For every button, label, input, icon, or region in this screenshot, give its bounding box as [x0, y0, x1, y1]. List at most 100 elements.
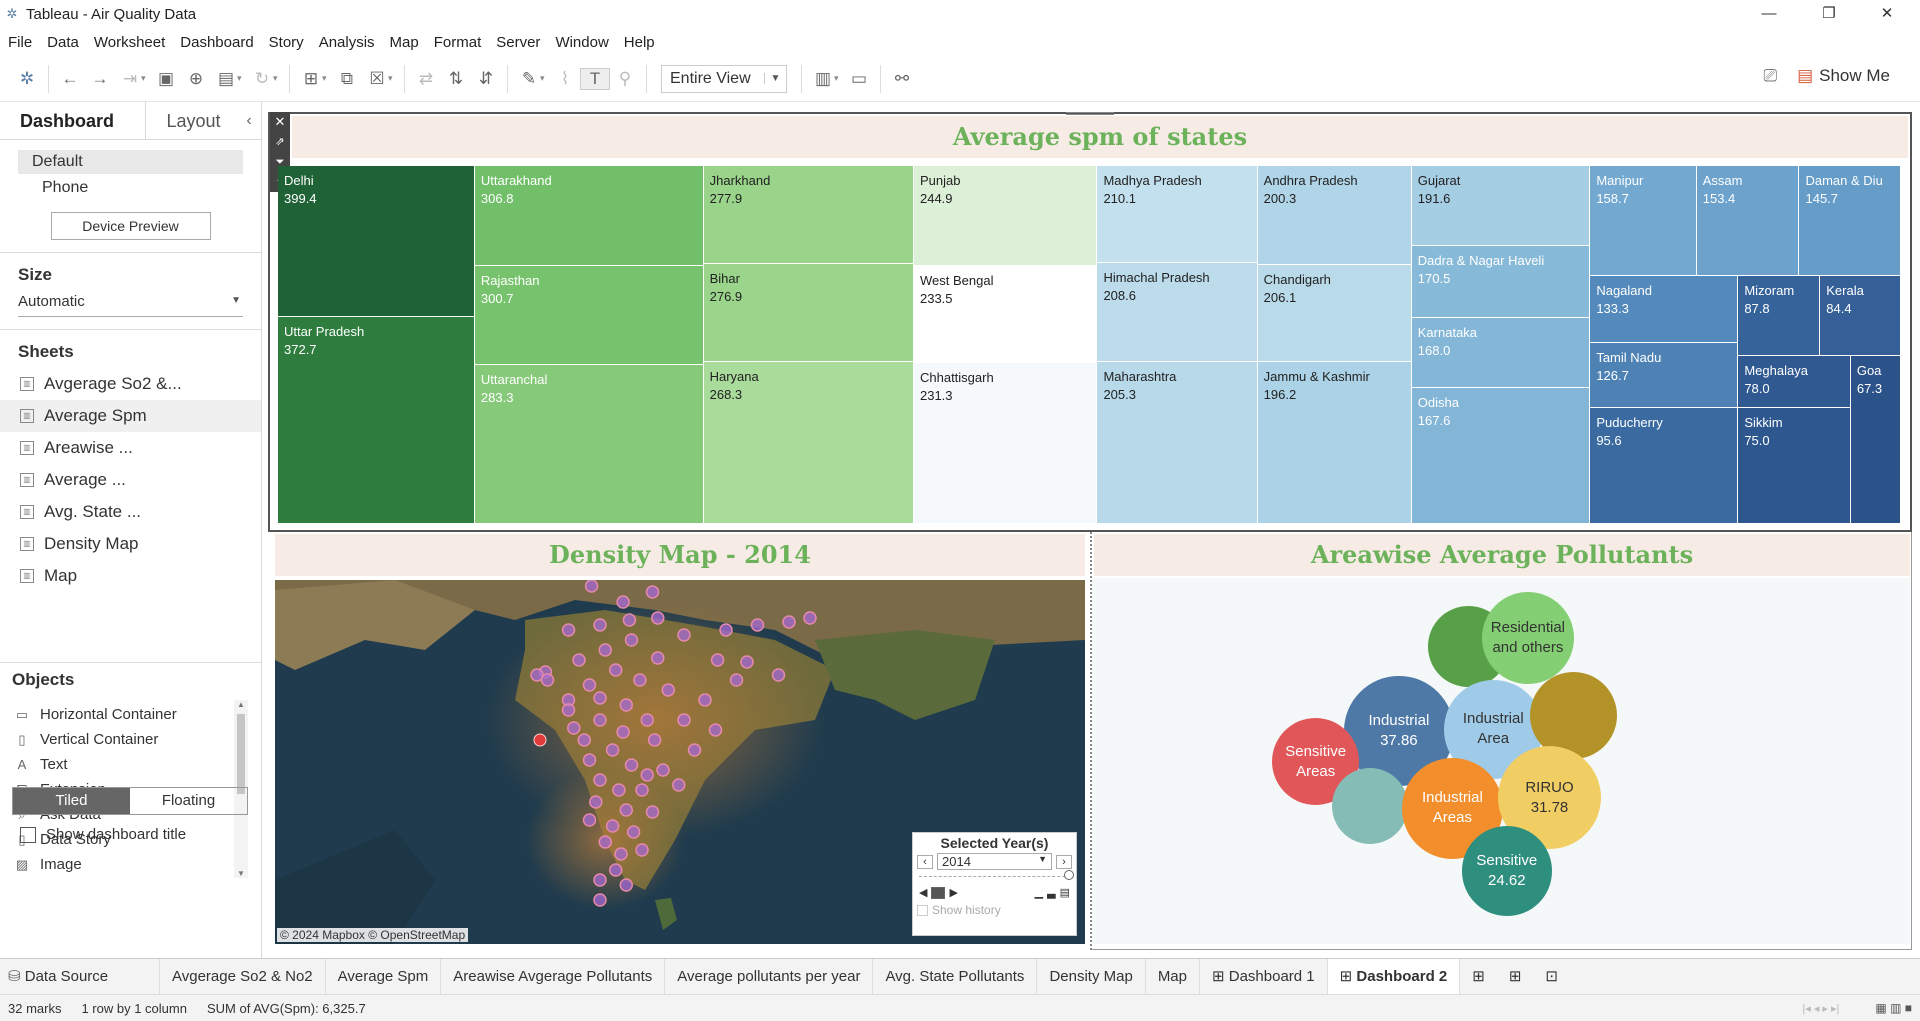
treemap-cell[interactable]: Puducherry 95.6	[1590, 408, 1739, 524]
step-back-icon[interactable]: ◀	[919, 886, 927, 899]
treemap-cell[interactable]: Bihar 276.9	[703, 264, 914, 362]
bubble-mark[interactable]: Sensitive 24.62	[1462, 826, 1552, 916]
new-data-source-icon[interactable]: ⊕	[181, 69, 211, 89]
pin-icon[interactable]: ⚲	[610, 69, 640, 89]
density-point[interactable]	[656, 763, 670, 777]
tab-dashboard[interactable]: Dashboard	[0, 102, 146, 139]
tab-sheet[interactable]: Average pollutants per year	[665, 958, 874, 995]
sheet-item[interactable]: ▥ Density Map	[0, 528, 261, 560]
density-point[interactable]	[619, 878, 633, 892]
density-point[interactable]	[593, 691, 607, 705]
new-worksheet-dropdown-icon[interactable]: ▾	[322, 73, 332, 84]
treemap-cell[interactable]: Andhra Pradesh 200.3	[1257, 166, 1412, 265]
density-point[interactable]	[582, 813, 597, 827]
density-point[interactable]	[540, 673, 555, 687]
menu-analysis[interactable]: Analysis	[311, 34, 382, 51]
bubble-mark[interactable]	[1332, 768, 1409, 845]
treemap-cell[interactable]: Chandigarh 206.1	[1257, 265, 1412, 362]
tab-navigation-icon[interactable]: |◂ ◂ ▸ ▸|	[1802, 1002, 1839, 1015]
density-point[interactable]	[698, 693, 712, 707]
tab-sheet[interactable]: Avgerage So2 & No2	[160, 958, 326, 995]
density-point[interactable]	[616, 595, 630, 609]
new-dashboard-tab-icon[interactable]: ⊞	[1497, 959, 1534, 995]
treemap-cell[interactable]: Assam 153.4	[1696, 166, 1800, 276]
density-point[interactable]	[605, 743, 620, 757]
tab-sheet[interactable]: Average Spm	[326, 958, 442, 995]
treemap-cell[interactable]: Delhi 399.4	[278, 166, 475, 317]
replay-dropdown-icon[interactable]: ▾	[141, 73, 151, 84]
menu-help[interactable]: Help	[616, 34, 662, 51]
density-point[interactable]	[651, 651, 665, 665]
density-point[interactable]	[619, 698, 633, 712]
treemap-cell[interactable]: Haryana 268.3	[703, 362, 914, 524]
density-point[interactable]	[605, 819, 620, 833]
density-point[interactable]	[609, 863, 623, 877]
checkbox-icon[interactable]	[20, 826, 36, 843]
treemap-cell[interactable]: Madhya Pradesh 210.1	[1097, 166, 1258, 263]
sheet-item[interactable]: ▥ Avgerage So2 &...	[0, 368, 261, 400]
sort-ascending-icon[interactable]: ⇅	[441, 69, 471, 89]
treemap-cell[interactable]: Maharashtra 205.3	[1097, 362, 1258, 524]
sheet-item[interactable]: ▥ Areawise ...	[0, 432, 261, 464]
tableau-home-icon[interactable]: ✲	[12, 69, 42, 89]
treemap-cell[interactable]: Uttar Pradesh 372.7	[278, 317, 475, 524]
tab-sheet[interactable]: Avg. State Pollutants	[873, 958, 1038, 995]
treemap-cell[interactable]: Manipur 158.7	[1590, 166, 1697, 276]
history-checkbox[interactable]	[917, 904, 928, 916]
paint-roller-icon[interactable]: ⎚	[1763, 66, 1777, 86]
tab-sheet[interactable]: Density Map	[1037, 958, 1146, 995]
pause-dropdown-icon[interactable]: ▾	[237, 73, 247, 84]
menu-window[interactable]: Window	[547, 34, 615, 51]
speed-medium-icon[interactable]: ▃	[1047, 886, 1055, 899]
menu-file[interactable]: File	[0, 34, 39, 51]
treemap-cell[interactable]: Karnataka 168.0	[1411, 318, 1591, 388]
treemap-cell[interactable]: Himachal Pradesh 208.6	[1097, 263, 1258, 362]
object-vertical-container[interactable]: ▯ Vertical Container	[0, 727, 236, 752]
size-dropdown[interactable]: Automatic ▼	[18, 293, 243, 317]
density-point[interactable]	[640, 768, 654, 782]
year-slider[interactable]	[919, 870, 1074, 880]
density-point[interactable]	[750, 618, 765, 632]
tab-dashboard-2[interactable]: ⊞ Dashboard 2	[1327, 958, 1461, 995]
density-point[interactable]	[651, 611, 665, 625]
density-point[interactable]	[593, 773, 607, 787]
treemap-cell[interactable]: Sikkim 75.0	[1738, 408, 1851, 524]
show-labels-icon[interactable]: T	[580, 67, 610, 90]
treemap-cell[interactable]: Uttaranchal 283.3	[474, 365, 704, 524]
density-point[interactable]	[633, 673, 647, 687]
density-point[interactable]	[672, 778, 686, 792]
new-worksheet-tab-icon[interactable]: ⊞	[1460, 959, 1497, 995]
remove-icon[interactable]: ✕	[270, 112, 290, 132]
density-point[interactable]	[572, 653, 586, 667]
density-point[interactable]	[647, 733, 662, 747]
speed-fast-icon[interactable]: ▤	[1060, 886, 1070, 899]
density-point[interactable]	[593, 713, 607, 727]
bubble-mark[interactable]: Residential and others	[1482, 592, 1574, 684]
object-text[interactable]: A Text	[0, 752, 236, 777]
density-point[interactable]	[567, 721, 581, 735]
sort-descending-icon[interactable]: ⇵	[471, 69, 501, 89]
treemap-cell[interactable]: Mizoram 87.8	[1738, 276, 1821, 356]
object-image[interactable]: ▨ Image	[0, 852, 236, 877]
density-point[interactable]	[593, 618, 607, 632]
density-point[interactable]	[624, 633, 639, 647]
clear-dropdown-icon[interactable]: ▾	[388, 73, 398, 84]
close-button[interactable]: ✕	[1864, 0, 1910, 28]
minimize-button[interactable]: —	[1746, 0, 1792, 28]
density-point[interactable]	[677, 713, 691, 727]
treemap-chart[interactable]: Delhi 399.4 Uttar Pradesh 372.7 Uttarakhand 3…	[278, 166, 1901, 524]
treemap-cell[interactable]: Kerala 84.4	[1820, 276, 1901, 356]
treemap-cell[interactable]: West Bengal 233.5	[913, 266, 1098, 363]
scroll-down-icon[interactable]: ▼	[234, 869, 248, 878]
density-point[interactable]	[616, 725, 630, 739]
density-point[interactable]	[782, 615, 796, 629]
density-point[interactable]	[719, 623, 733, 637]
floating-button[interactable]: Floating	[130, 788, 247, 814]
treemap-cell[interactable]: Dadra & Nagar Haveli 170.5	[1411, 246, 1591, 318]
density-point[interactable]	[582, 753, 597, 767]
density-point[interactable]	[593, 873, 607, 887]
menu-data[interactable]: Data	[39, 34, 86, 51]
density-point[interactable]	[533, 733, 547, 747]
tab-data-source[interactable]: ⛁ Data Source	[0, 958, 160, 995]
density-point[interactable]	[614, 847, 628, 861]
